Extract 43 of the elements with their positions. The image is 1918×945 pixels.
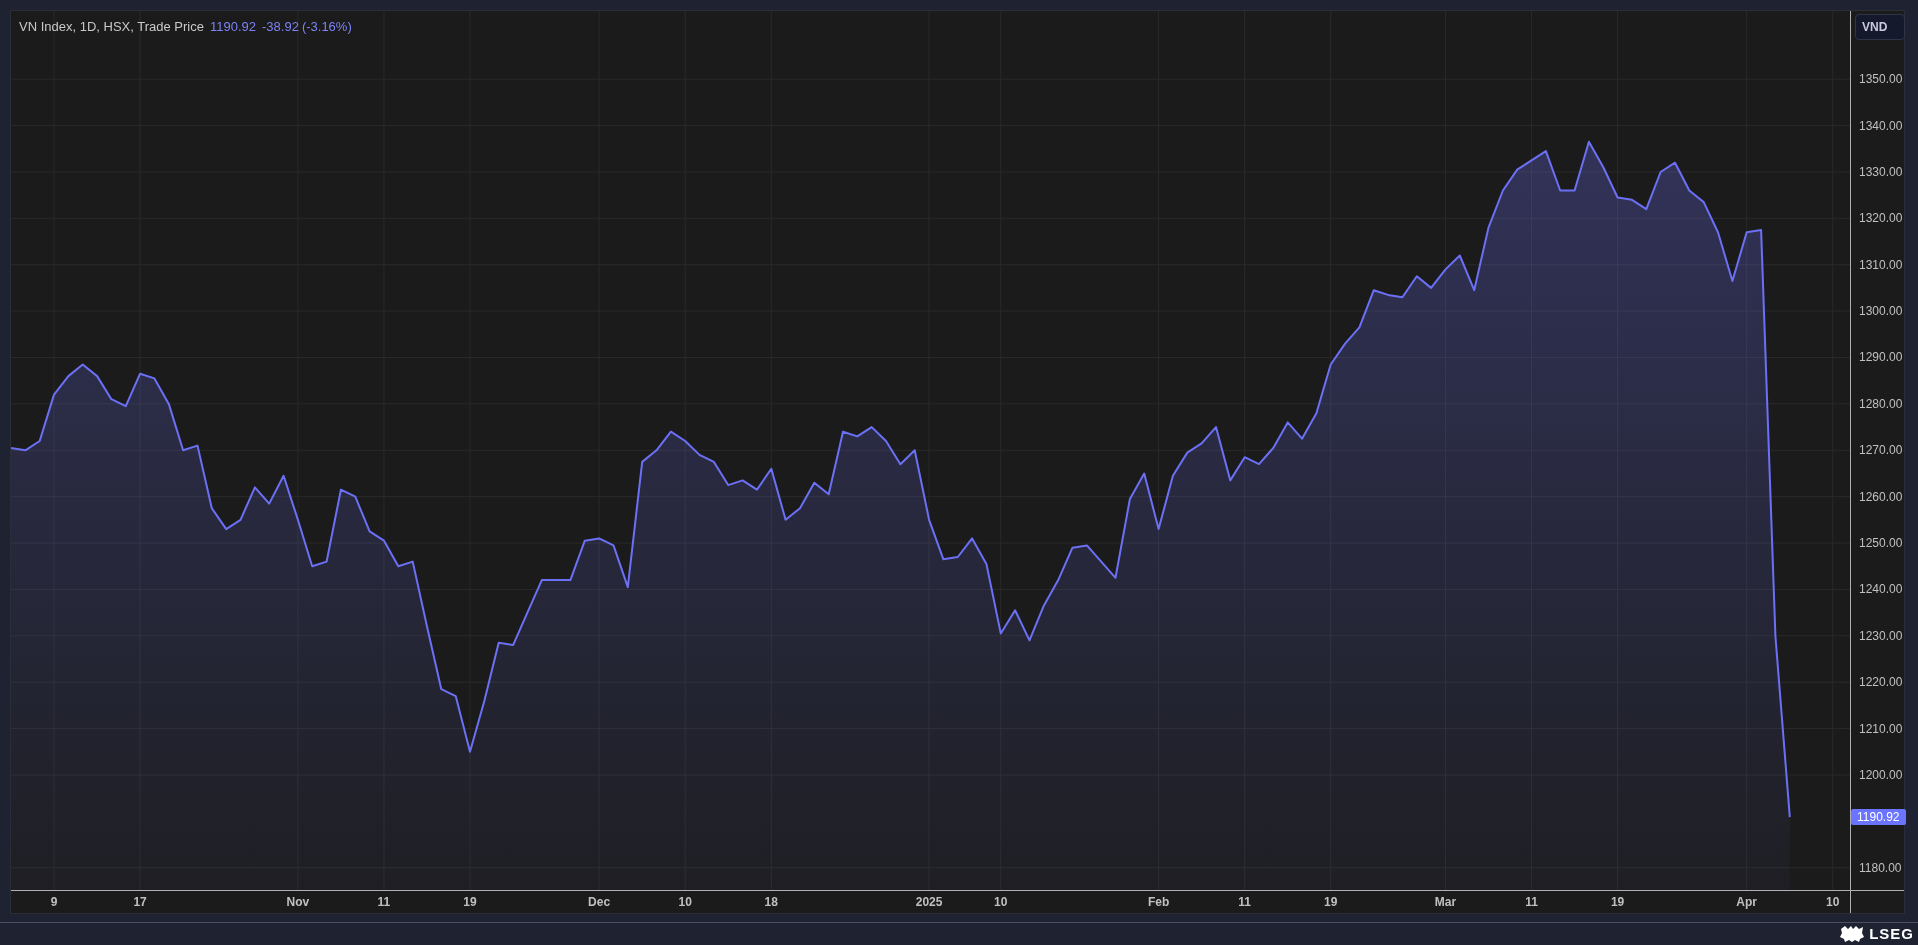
y-axis-label: 1340.00: [1859, 118, 1903, 133]
x-axis-label: Feb: [1147, 895, 1170, 909]
x-axis-label: 2025: [915, 895, 943, 909]
y-axis-label: 1220.00: [1859, 675, 1903, 690]
x-axis-label: 19: [1324, 895, 1338, 909]
x-axis-label: 10: [678, 895, 692, 909]
legend-last-value: 1190.92: [209, 18, 256, 36]
logo-icon: [1839, 925, 1866, 943]
x-axis-label: 9: [50, 895, 58, 909]
y-axis-label: 1230.00: [1859, 628, 1903, 643]
y-axis-label: 1330.00: [1859, 164, 1903, 179]
y-axis-label: 1260.00: [1859, 489, 1903, 504]
currency-button[interactable]: VND: [1855, 14, 1905, 40]
y-axis-label: 1180.00: [1859, 860, 1902, 875]
legend-change: -38.92: [262, 18, 299, 36]
y-axis-label: 1350.00: [1859, 72, 1903, 87]
last-price-label: 1190.92: [1851, 809, 1906, 826]
legend-title: VN Index, 1D, HSX, Trade Price: [19, 18, 204, 36]
x-axis-label: 10: [1826, 895, 1840, 909]
x-axis-label: 11: [377, 895, 391, 909]
y-axis-label: 1290.00: [1859, 350, 1903, 365]
y-axis-label: 1210.00: [1859, 721, 1903, 736]
y-axis-label: 1310.00: [1859, 257, 1903, 272]
x-axis-label: Apr: [1736, 895, 1758, 909]
y-axis-label: 1270.00: [1859, 443, 1903, 458]
x-axis-label: 11: [1238, 895, 1251, 909]
logo-text: LSEG: [1869, 923, 1914, 944]
y-axis-label: 1250.00: [1859, 536, 1903, 551]
x-axis-label: Nov: [286, 895, 310, 909]
x-axis-label: 11: [1525, 895, 1538, 909]
legend-change-percent: (-3.16%): [301, 18, 352, 36]
y-axis-label: 1240.00: [1859, 582, 1903, 597]
y-axis-label: 1320.00: [1859, 211, 1903, 226]
x-axis-label: 19: [1610, 895, 1625, 909]
x-axis-label: Dec: [588, 895, 611, 909]
x-axis-label: 18: [764, 895, 778, 909]
x-axis-label: Mar: [1434, 895, 1457, 909]
x-axis-label: 19: [463, 895, 477, 909]
x-axis-label: 17: [133, 895, 147, 909]
y-axis-label: 1300.00: [1859, 304, 1903, 319]
y-axis-label: 1280.00: [1859, 396, 1903, 411]
y-axis-label: 1200.00: [1859, 767, 1903, 782]
x-axis-label: 10: [994, 895, 1008, 909]
